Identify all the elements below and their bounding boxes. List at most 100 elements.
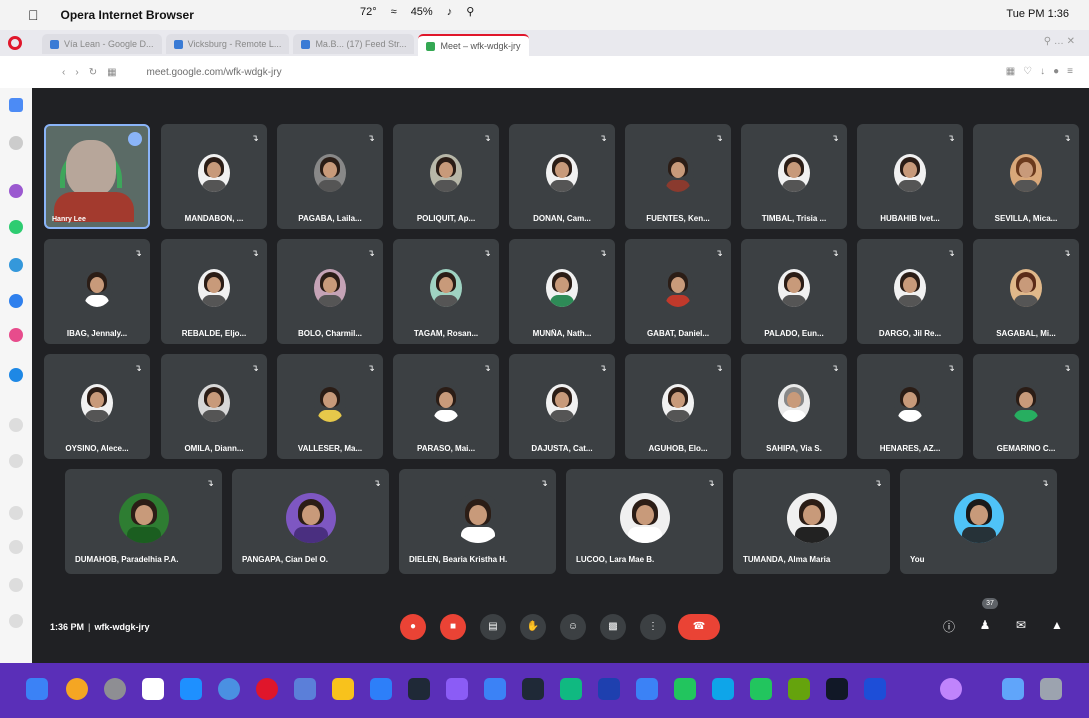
self-video-tile[interactable]: Hanry Lee bbox=[44, 124, 150, 229]
present-button[interactable]: ▩ bbox=[600, 614, 626, 640]
system-preferences-icon[interactable] bbox=[104, 678, 126, 700]
android-studio-icon[interactable] bbox=[788, 678, 810, 700]
url-field[interactable]: meet.google.com/wfk-wdgk-jry bbox=[147, 67, 282, 78]
app-store-icon[interactable] bbox=[636, 678, 658, 700]
info-icon[interactable]: ⓘ bbox=[940, 618, 958, 635]
more-options-button[interactable]: ⋮ bbox=[640, 614, 666, 640]
browser-tab-active[interactable]: Meet – wfk-wdgk-jry bbox=[418, 34, 529, 56]
sidebar-messenger-icon[interactable] bbox=[9, 258, 23, 272]
folder-icon[interactable] bbox=[1002, 678, 1024, 700]
participant-tile[interactable]: ↴ PANGAPA, Cian Del O. bbox=[232, 469, 389, 574]
participant-tile[interactable]: ↴ TIMBAL, Trisia ... bbox=[741, 124, 847, 229]
participant-tile[interactable]: ↴ AGUHOB, Elo... bbox=[625, 354, 731, 459]
sidebar-vk-icon[interactable] bbox=[9, 368, 23, 382]
apple-icon[interactable]:  bbox=[28, 7, 39, 23]
sidebar-instagram-icon[interactable] bbox=[9, 328, 23, 342]
browser-tab[interactable]: Vicksburg - Remote L... bbox=[165, 34, 290, 54]
people-icon[interactable]: ♟ bbox=[976, 618, 994, 632]
sidebar-telegram-icon[interactable] bbox=[9, 294, 23, 308]
mic-off-button[interactable]: ● bbox=[400, 614, 426, 640]
captions-button[interactable]: ▤ bbox=[480, 614, 506, 640]
participant-tile[interactable]: ↴ GABAT, Daniel... bbox=[625, 239, 731, 344]
clock[interactable]: Tue PM 1:36 bbox=[1006, 8, 1069, 20]
opera-logo-icon[interactable] bbox=[8, 36, 22, 50]
word-icon[interactable] bbox=[370, 678, 392, 700]
participant-tile[interactable]: ↴ TAGAM, Rosan... bbox=[393, 239, 499, 344]
battery-label[interactable]: 45% bbox=[411, 6, 433, 18]
downloads-icon[interactable] bbox=[940, 678, 962, 700]
sidebar-more-icon[interactable] bbox=[9, 614, 23, 628]
pin-icon[interactable] bbox=[128, 132, 142, 146]
raise-hand-button[interactable]: ✋ bbox=[520, 614, 546, 640]
sidebar-speed-dial-icon[interactable] bbox=[9, 136, 23, 150]
trash-icon[interactable] bbox=[1040, 678, 1062, 700]
facebook-icon[interactable] bbox=[864, 678, 886, 700]
facetime-icon[interactable] bbox=[712, 678, 734, 700]
participant-tile[interactable]: ↴ SAHIPA, Via S. bbox=[741, 354, 847, 459]
browser-icon[interactable] bbox=[218, 678, 240, 700]
menu-icon[interactable]: ≡ bbox=[1067, 66, 1073, 77]
participant-tile[interactable]: ↴ REBALDE, Eljo... bbox=[161, 239, 267, 344]
grid-icon[interactable]: ▦ bbox=[107, 67, 116, 78]
spotify-icon[interactable] bbox=[750, 678, 772, 700]
sidebar-extensions-icon[interactable] bbox=[9, 578, 23, 592]
chat-icon[interactable]: ✉ bbox=[1012, 618, 1030, 632]
download-icon[interactable]: ↓ bbox=[1040, 66, 1045, 77]
participant-tile[interactable]: ↴ PAGABA, Laila... bbox=[277, 124, 383, 229]
notes-icon[interactable] bbox=[484, 678, 506, 700]
participant-tile[interactable]: ↴ PARASO, Mai... bbox=[393, 354, 499, 459]
zoom-icon[interactable] bbox=[522, 678, 544, 700]
files-icon[interactable] bbox=[294, 678, 316, 700]
visual-studio-icon[interactable] bbox=[446, 678, 468, 700]
sidebar-history-icon[interactable] bbox=[9, 418, 23, 432]
opera-icon[interactable] bbox=[256, 678, 278, 700]
participant-tile-you[interactable]: ↴ You bbox=[900, 469, 1057, 574]
safari-icon[interactable] bbox=[180, 678, 202, 700]
sidebar-home-icon[interactable] bbox=[9, 98, 23, 112]
forward-icon[interactable]: › bbox=[75, 67, 78, 78]
participant-tile[interactable]: ↴ HENARES, AZ... bbox=[857, 354, 963, 459]
sidebar-aria-icon[interactable] bbox=[9, 184, 23, 198]
participant-tile[interactable]: ↴ TUMANDA, Alma Maria bbox=[733, 469, 890, 574]
participant-tile[interactable]: ↴ GEMARINO C... bbox=[973, 354, 1079, 459]
participant-tile[interactable]: ↴ IBAG, Jennaly... bbox=[44, 239, 150, 344]
participant-tile[interactable]: ↴ SEVILLA, Mica... bbox=[973, 124, 1079, 229]
participant-tile[interactable]: ↴ MUNÑA, Nath... bbox=[509, 239, 615, 344]
github-icon[interactable] bbox=[826, 678, 848, 700]
settings-icon[interactable] bbox=[66, 678, 88, 700]
participant-tile[interactable]: ↴ DUMAHOB, Paradelhia P.A. bbox=[65, 469, 222, 574]
search-icon[interactable]: ⚲ bbox=[466, 5, 474, 18]
participant-tile[interactable]: ↴ OYSINO, Alece... bbox=[44, 354, 150, 459]
wifi-icon[interactable]: ≈ bbox=[391, 6, 397, 18]
emoji-button[interactable]: ☺ bbox=[560, 614, 586, 640]
volume-icon[interactable]: ♪ bbox=[447, 6, 453, 18]
participant-tile[interactable]: ↴ DONAN, Cam... bbox=[509, 124, 615, 229]
profile-icon[interactable]: ● bbox=[1053, 66, 1059, 77]
excel-icon[interactable] bbox=[560, 678, 582, 700]
participant-tile[interactable]: ↴ OMILA, Diann... bbox=[161, 354, 267, 459]
back-icon[interactable]: ‹ bbox=[62, 67, 65, 78]
app-name[interactable]: Opera Internet Browser bbox=[61, 8, 194, 22]
participant-tile[interactable]: ↴ PALADO, Eun... bbox=[741, 239, 847, 344]
sidebar-whatsapp-icon[interactable] bbox=[9, 220, 23, 234]
participant-tile[interactable]: ↴ MANDABON, ... bbox=[161, 124, 267, 229]
sidebar-bookmarks-icon[interactable] bbox=[9, 506, 23, 520]
participant-tile[interactable]: ↴ FUENTES, Ken... bbox=[625, 124, 731, 229]
browser-tab[interactable]: Ma.B... (17) Feed Str... bbox=[293, 34, 415, 54]
participant-tile[interactable]: ↴ BOLO, Charmil... bbox=[277, 239, 383, 344]
participant-tile[interactable]: ↴ POLIQUIT, Ap... bbox=[393, 124, 499, 229]
participant-tile[interactable]: ↴ DAJUSTA, Cat... bbox=[509, 354, 615, 459]
finder-icon[interactable] bbox=[26, 678, 48, 700]
photoshop-icon[interactable] bbox=[598, 678, 620, 700]
calendar-icon[interactable] bbox=[142, 678, 164, 700]
leave-call-button[interactable]: ☎ bbox=[678, 614, 720, 640]
bookmark-icon[interactable]: ♡ bbox=[1023, 66, 1032, 77]
participant-tile[interactable]: ↴ SAGABAL, Mi... bbox=[973, 239, 1079, 344]
sidebar-settings-icon[interactable] bbox=[9, 540, 23, 554]
reload-icon[interactable]: ↻ bbox=[89, 67, 97, 78]
participant-tile[interactable]: ↴ LUCOO, Lara Mae B. bbox=[566, 469, 723, 574]
participant-tile[interactable]: ↴ DARGO, Jil Re... bbox=[857, 239, 963, 344]
activities-icon[interactable]: ▲ bbox=[1048, 618, 1066, 632]
terminal-icon[interactable] bbox=[408, 678, 430, 700]
tab-search-icon[interactable]: ⚲ … ✕ bbox=[1044, 36, 1075, 47]
